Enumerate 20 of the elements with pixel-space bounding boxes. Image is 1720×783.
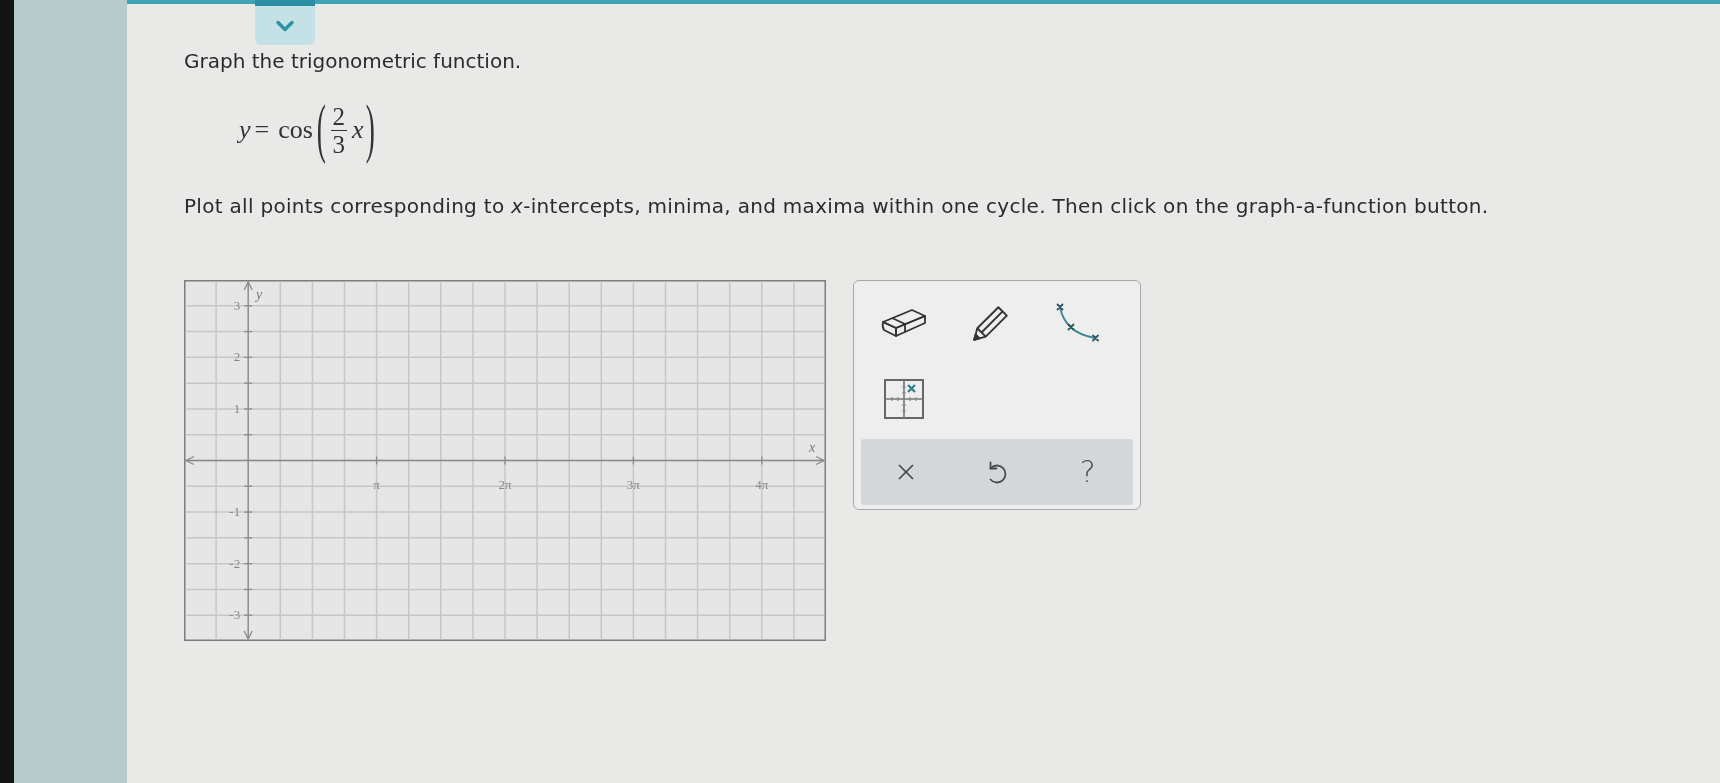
tick-label: 2: [233, 349, 241, 365]
tick-label: π: [373, 476, 380, 492]
tick-label: -2: [229, 555, 241, 571]
tick-label: -1: [229, 504, 241, 520]
instructions-text: Plot all points corresponding to x-intercepts, minima, and maxima within one cycle. Then click on the graph-a-function button.: [184, 194, 1489, 219]
collapse-button[interactable]: [255, 0, 315, 45]
pencil-icon: [970, 303, 1011, 343]
question-prompt: Graph the trigonometric function.: [184, 49, 522, 74]
tick-label: 2π: [498, 476, 512, 492]
point-grid-icon: [883, 379, 924, 419]
eraser-icon: [880, 307, 927, 339]
help-button[interactable]: ?: [1067, 452, 1108, 492]
axis-label: y: [256, 287, 263, 302]
tick-label: 3: [233, 297, 241, 313]
tick-label: -3: [229, 607, 241, 623]
curve-icon: [1055, 303, 1100, 343]
axis-label: x: [808, 439, 816, 455]
tick-label: 1: [233, 400, 241, 416]
tick-label: 3π: [626, 476, 640, 492]
tick-label: 4π: [755, 476, 769, 492]
